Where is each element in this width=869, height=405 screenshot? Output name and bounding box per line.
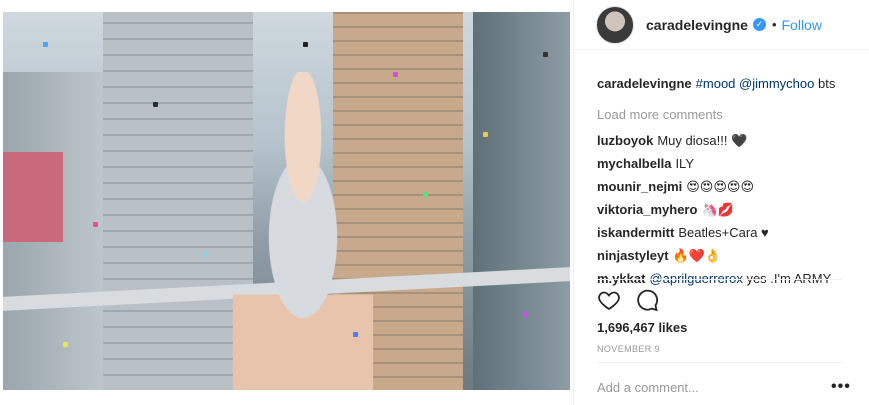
comment-item: mychalbella ILY — [597, 154, 862, 177]
model-figure — [233, 72, 373, 390]
comment-text: ILY — [675, 156, 694, 171]
building — [3, 152, 63, 242]
post-date: November 9 — [597, 344, 661, 354]
follow-button[interactable]: Follow — [782, 17, 822, 33]
confetti — [93, 222, 98, 227]
likes-count[interactable]: 1,696,467 likes — [597, 320, 687, 335]
comment-item: iskandermitt Beatles+Cara ♥ — [597, 223, 862, 246]
building — [473, 12, 570, 390]
more-options-icon[interactable]: ••• — [831, 378, 851, 396]
divider — [597, 362, 842, 363]
comment-username[interactable]: mounir_nejmi — [597, 179, 682, 194]
comment-username[interactable]: viktoria_myhero — [597, 202, 697, 217]
separator-dot: • — [771, 17, 777, 32]
comment-text: 😍😍😍😍😍 — [686, 179, 755, 194]
caption: caradelevingne #mood @jimmychoo bts — [597, 74, 862, 99]
comment-username[interactable]: ninjastyleyt — [597, 248, 669, 263]
add-comment-input[interactable] — [597, 380, 817, 395]
confetti — [543, 52, 548, 57]
divider — [597, 279, 842, 280]
comment-text: 🦄💋 — [701, 202, 734, 217]
avatar[interactable] — [596, 5, 634, 44]
confetti — [523, 312, 528, 317]
caption-hashtag[interactable]: #mood — [696, 76, 736, 91]
confetti — [63, 342, 68, 347]
caption-text: bts — [817, 76, 836, 91]
comment-icon[interactable] — [635, 288, 659, 312]
verified-badge-icon: ✓ — [752, 18, 766, 31]
comment-username[interactable]: luzboyok — [597, 133, 653, 148]
confetti — [203, 252, 208, 257]
confetti — [423, 192, 428, 197]
comment-item: viktoria_myhero 🦄💋 — [597, 200, 862, 223]
comment-username[interactable]: mychalbella — [597, 156, 671, 171]
comment-text: Muy diosa!!! 🖤 — [657, 133, 748, 148]
confetti — [393, 72, 398, 77]
author-username[interactable]: caradelevingne — [646, 17, 748, 33]
confetti — [483, 132, 488, 137]
post-photo[interactable] — [0, 0, 573, 405]
confetti — [353, 332, 358, 337]
comment-username[interactable]: iskandermitt — [597, 225, 674, 240]
caption-mention[interactable]: @jimmychoo — [739, 76, 814, 91]
caption-username[interactable]: caradelevingne — [597, 76, 692, 91]
action-bar — [597, 288, 659, 312]
heart-icon[interactable] — [597, 288, 621, 312]
comment-item: ninjastyleyt 🔥❤️👌 — [597, 246, 862, 269]
post-sidebar: caradelevingne ✓ • Follow caradelevingne… — [573, 0, 869, 405]
photo-image — [3, 12, 570, 390]
comments-list: caradelevingne #mood @jimmychoo bts Load … — [597, 74, 862, 292]
building — [103, 12, 253, 390]
confetti — [303, 42, 308, 47]
post-container: caradelevingne ✓ • Follow caradelevingne… — [0, 0, 869, 405]
comment-item: mounir_nejmi 😍😍😍😍😍 — [597, 177, 862, 200]
load-more-comments-button[interactable]: Load more comments — [597, 99, 862, 131]
confetti — [153, 102, 158, 107]
comment-text: Beatles+Cara ♥ — [678, 225, 769, 240]
comment-text: 🔥❤️👌 — [672, 248, 722, 263]
post-header: caradelevingne ✓ • Follow — [574, 0, 869, 50]
confetti — [43, 42, 48, 47]
comment-item: luzboyok Muy diosa!!! 🖤 — [597, 131, 862, 154]
